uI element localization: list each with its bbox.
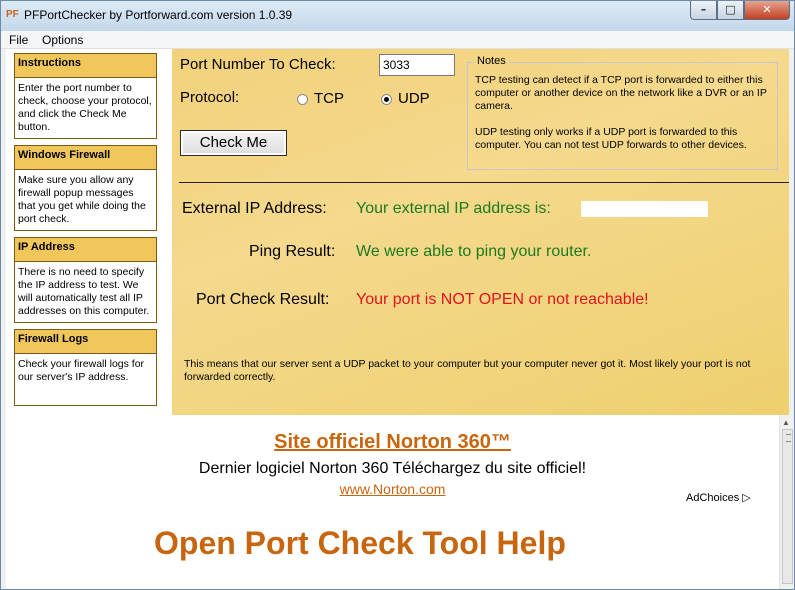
protocol-label: Protocol: — [180, 89, 240, 106]
udp-label[interactable]: UDP — [398, 90, 430, 107]
tcp-radio[interactable] — [297, 94, 308, 105]
ad-description: Dernier logiciel Norton 360 Téléchargez … — [198, 460, 587, 477]
panel-body: Check your firewall logs for our server'… — [15, 354, 156, 405]
ping-result-label: Ping Result: — [249, 243, 336, 260]
help-page-title: Open Port Check Tool Help — [154, 525, 566, 561]
port-number-label: Port Number To Check: — [180, 56, 336, 73]
ad-url-link[interactable]: www.Norton.com — [6, 481, 779, 497]
check-me-button[interactable]: Check Me — [180, 130, 287, 156]
panel-heading: IP Address — [15, 238, 156, 262]
app-window: PF PFPortChecker by Portforward.com vers… — [0, 0, 795, 590]
divider — [179, 182, 789, 183]
menu-file[interactable]: File — [9, 33, 28, 47]
port-check-result-label: Port Check Result: — [196, 291, 330, 308]
panel-heading: Windows Firewall — [15, 146, 156, 170]
adchoices-icon: ▷ — [742, 492, 751, 504]
panel-heading: Firewall Logs — [15, 330, 156, 354]
maximize-button[interactable]: □ — [717, 1, 744, 20]
pf-logo-icon: PF — [6, 9, 19, 20]
panel-body: Enter the port number to check, choose y… — [15, 78, 156, 138]
port-number-input[interactable] — [379, 54, 455, 76]
sidebar: Instructions Enter the port number to ch… — [6, 49, 172, 415]
tcp-note: TCP testing can detect if a TCP port is … — [475, 74, 767, 112]
panel-heading: Instructions — [15, 54, 156, 78]
menu-bar: File Options — [1, 31, 794, 49]
adchoices-label: AdChoices — [686, 492, 740, 504]
panel-windows-firewall: Windows Firewall Make sure you allow any… — [14, 145, 157, 231]
panel-body: There is no need to specify the IP addre… — [15, 262, 156, 322]
tcp-label[interactable]: TCP — [314, 90, 344, 107]
external-ip-value: Your external IP address is: — [356, 200, 551, 217]
panel-ip-address: IP Address There is no need to specify t… — [14, 237, 157, 323]
main-panel: Instructions Enter the port number to ch… — [6, 49, 789, 415]
grip-icon — [786, 434, 791, 442]
notes-legend: Notes — [474, 55, 509, 67]
help-browser: Site officiel Norton 360™ Dernier logici… — [6, 415, 779, 589]
ad-title-link[interactable]: Site officiel Norton 360™ — [6, 431, 779, 454]
panel-firewall-logs: Firewall Logs Check your firewall logs f… — [14, 329, 157, 406]
scroll-up-icon[interactable]: ▲ — [782, 418, 790, 427]
menu-options[interactable]: Options — [42, 33, 83, 47]
notes-text: TCP testing can detect if a TCP port is … — [475, 74, 775, 152]
window-title: PFPortChecker by Portforward.com version… — [24, 8, 293, 22]
adchoices-link[interactable]: AdChoices ▷ — [686, 491, 751, 504]
ip-address-redacted — [581, 201, 708, 217]
ping-result-value: We were able to ping your router. — [356, 243, 592, 260]
result-explanation: This means that our server sent a UDP pa… — [184, 358, 751, 383]
minimize-button[interactable]: – — [690, 1, 717, 20]
scroll-thumb[interactable] — [782, 429, 793, 584]
external-ip-label: External IP Address: — [182, 200, 327, 217]
port-check-result-value: Your port is NOT OPEN or not reachable! — [356, 291, 649, 308]
panel-instructions: Instructions Enter the port number to ch… — [14, 53, 157, 139]
udp-radio[interactable] — [381, 94, 392, 105]
close-button[interactable]: ✕ — [744, 1, 790, 20]
window-controls: – □ ✕ — [690, 1, 790, 21]
title-bar[interactable]: PF PFPortChecker by Portforward.com vers… — [1, 1, 794, 31]
panel-body: Make sure you allow any firewall popup m… — [15, 170, 156, 230]
browser-scrollbar[interactable]: ▲ — [779, 415, 794, 589]
udp-note: UDP testing only works if a UDP port is … — [475, 126, 747, 151]
